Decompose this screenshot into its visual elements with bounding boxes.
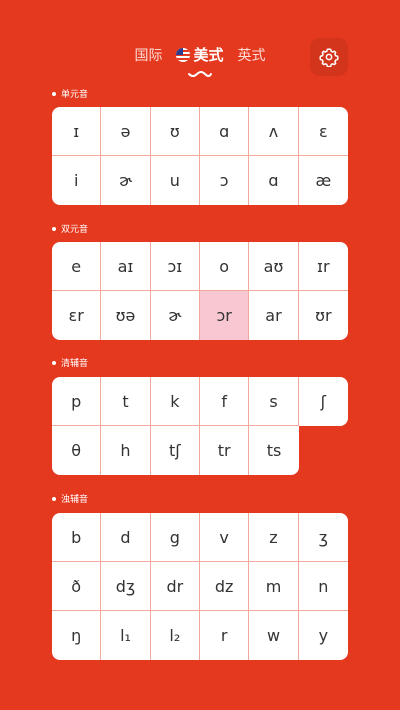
- section-title-diphthongs: 双元音: [52, 222, 88, 235]
- phonetic-symbol-cell[interactable]: tr: [199, 426, 250, 475]
- phonetic-symbol-cell[interactable]: ʊə: [101, 291, 151, 340]
- section-title-voiced-consonants: 浊辅音: [52, 492, 88, 505]
- phonetic-symbol-cell[interactable]: r: [199, 611, 250, 660]
- phonetic-symbol-cell[interactable]: ar: [249, 291, 299, 340]
- phonetic-symbol-cell[interactable]: aɪ: [101, 242, 151, 291]
- monophthong-grid: ɪəʊɑʌɛ iɚuɔɑæ: [52, 107, 348, 205]
- phonetic-symbol-cell[interactable]: tʃ: [150, 426, 200, 475]
- phonetic-symbol-cell[interactable]: dz: [199, 562, 250, 611]
- phonetic-symbol-cell[interactable]: ð: [52, 562, 102, 611]
- phonetic-symbol-cell[interactable]: ŋ: [52, 611, 102, 660]
- section-title-monophthongs: 单元音: [52, 87, 88, 100]
- phonetic-symbol-cell[interactable]: g: [150, 513, 200, 562]
- phonetic-symbol-cell[interactable]: dr: [150, 562, 200, 611]
- phonetic-symbol-cell[interactable]: ɛ: [298, 107, 348, 156]
- phonetic-symbol-cell[interactable]: l₁: [101, 611, 151, 660]
- phonetic-symbol-cell[interactable]: k: [150, 377, 200, 426]
- phonetic-symbol-cell[interactable]: ʌ: [249, 107, 299, 156]
- phonetic-symbol-cell[interactable]: ʊr: [298, 291, 348, 340]
- tab-label: 国际: [134, 47, 163, 64]
- phonetic-symbol-cell[interactable]: ɔr: [199, 291, 250, 340]
- section-title-voiceless-consonants: 清辅音: [52, 356, 88, 369]
- phonetic-symbol-cell[interactable]: v: [199, 513, 250, 562]
- phonetic-symbol-cell[interactable]: b: [52, 513, 102, 562]
- phonetic-symbol-cell[interactable]: ʊ: [150, 107, 200, 156]
- phonetic-symbol-cell[interactable]: ɔ: [199, 156, 250, 205]
- phonetic-symbol-cell[interactable]: ə: [101, 107, 151, 156]
- phonetic-symbol-cell[interactable]: i: [52, 156, 102, 205]
- tab-label: 英式: [237, 47, 266, 64]
- phonetic-symbol-cell[interactable]: ɚ: [101, 156, 151, 205]
- phonetic-symbol-cell[interactable]: f: [199, 377, 250, 426]
- phonetic-symbol-cell[interactable]: o: [199, 242, 250, 291]
- phonetic-symbol-cell[interactable]: ɔɪ: [150, 242, 200, 291]
- tab-label: 美式: [193, 46, 224, 64]
- phonetic-symbol-cell[interactable]: y: [298, 611, 348, 660]
- tab-american[interactable]: 美式: [176, 44, 224, 77]
- phonetic-symbol-cell[interactable]: dʒ: [101, 562, 151, 611]
- phonetic-symbol-cell[interactable]: aʊ: [249, 242, 299, 291]
- phonetic-symbol-cell[interactable]: s: [249, 377, 299, 426]
- diphthong-grid: e aɪ ɔɪ o aʊ ɪr ɛr ʊə ɚ ɔr ar ʊr: [52, 242, 348, 340]
- phonetic-symbol-cell[interactable]: ʃ: [298, 377, 348, 426]
- phonetic-symbol-cell[interactable]: h: [101, 426, 151, 475]
- phonetic-symbol-cell[interactable]: ɪr: [298, 242, 348, 291]
- settings-button[interactable]: [310, 38, 348, 76]
- phonetic-symbol-cell[interactable]: ɑ: [249, 156, 299, 205]
- header: 国际 美式 英式: [0, 0, 400, 80]
- phonetic-symbol-cell[interactable]: w: [249, 611, 299, 660]
- us-flag-icon: [176, 47, 191, 62]
- phonetic-symbol-cell[interactable]: e: [52, 242, 102, 291]
- phonetic-symbol-cell[interactable]: θ: [52, 426, 102, 475]
- phonetic-symbol-cell[interactable]: l₂: [150, 611, 200, 660]
- active-tab-indicator: [187, 71, 212, 77]
- phonetic-symbol-cell[interactable]: z: [249, 513, 299, 562]
- tab-british[interactable]: 英式: [238, 45, 266, 65]
- phonetic-symbol-cell[interactable]: u: [150, 156, 200, 205]
- phonetic-symbol-cell[interactable]: ɚ: [150, 291, 200, 340]
- phonetic-symbol-cell[interactable]: ɑ: [199, 107, 250, 156]
- phonetic-symbol-cell[interactable]: d: [101, 513, 151, 562]
- phonetic-symbol-cell[interactable]: p: [52, 377, 102, 426]
- phonetic-symbol-cell[interactable]: ɪ: [52, 107, 102, 156]
- tab-international[interactable]: 国际: [134, 45, 162, 65]
- phonetic-symbol-cell[interactable]: m: [249, 562, 299, 611]
- gear-icon: [319, 48, 339, 67]
- phonetic-symbol-cell[interactable]: ʒ: [298, 513, 348, 562]
- phonetic-symbol-cell[interactable]: æ: [298, 156, 348, 205]
- phonetic-symbol-cell[interactable]: n: [298, 562, 348, 611]
- phonetic-symbol-cell[interactable]: t: [101, 377, 151, 426]
- voiced-consonant-grid: b d g v z ʒ ð dʒ dr dz m n ŋ l₁ l₂ r w y: [52, 513, 348, 660]
- phonetic-symbol-cell[interactable]: ɛr: [52, 291, 102, 340]
- phonetic-symbol-cell[interactable]: ts: [249, 426, 299, 475]
- voiceless-consonant-grid: p t k f s ʃ θ h tʃ tr ts: [52, 377, 348, 475]
